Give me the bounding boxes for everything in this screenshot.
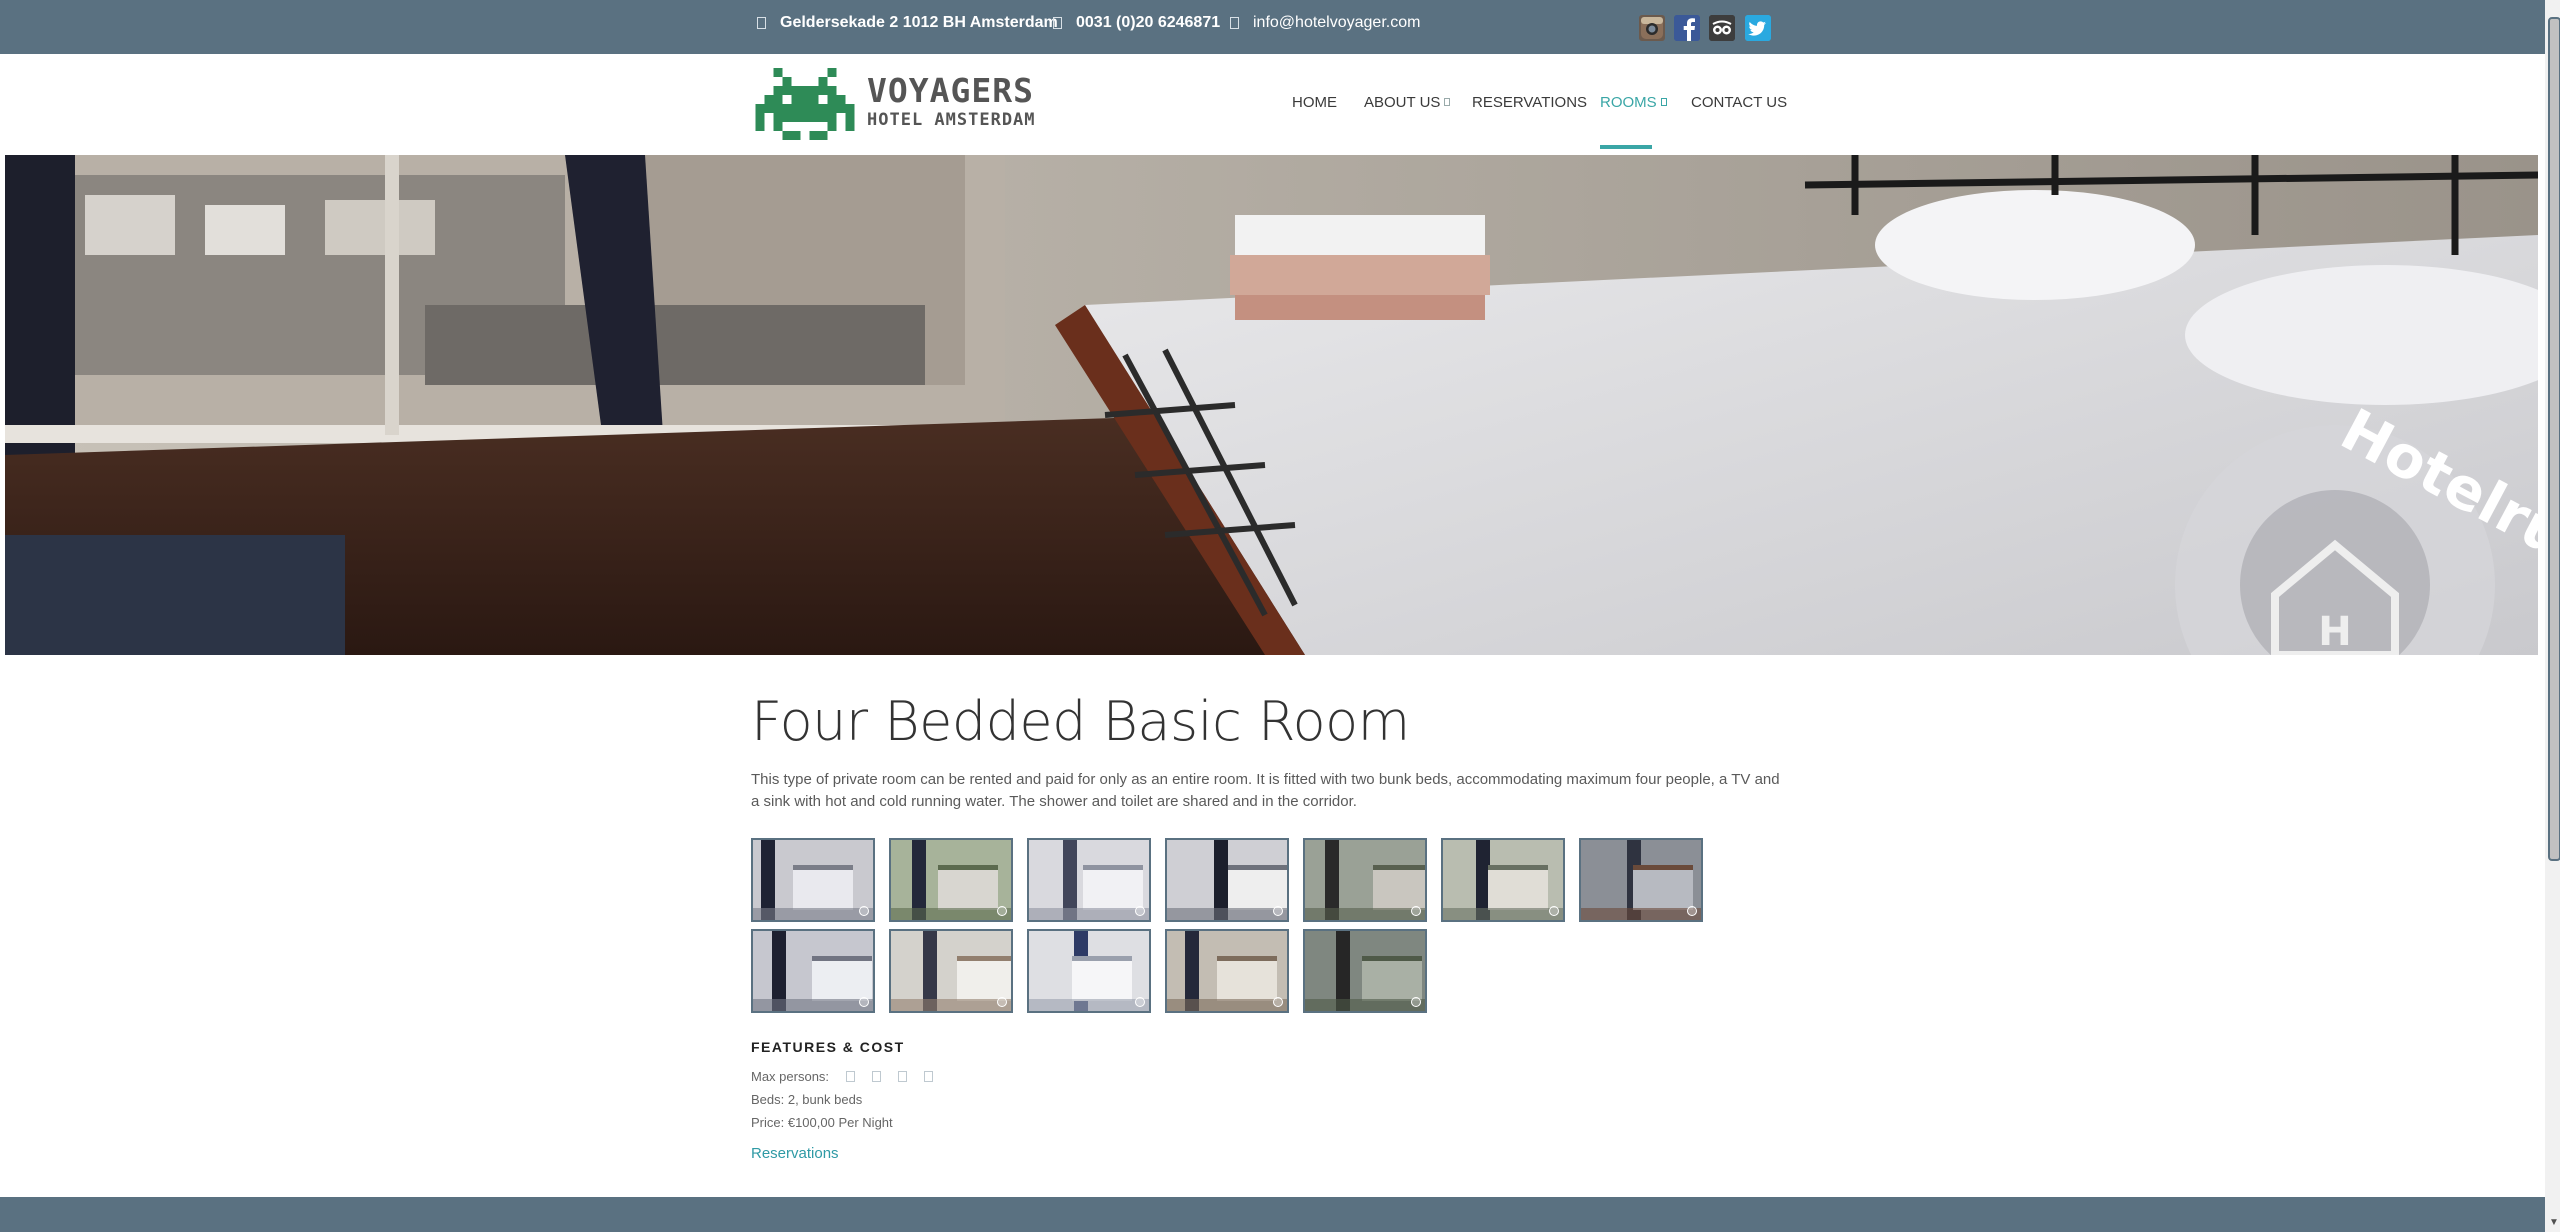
- zoom-icon: [859, 906, 869, 916]
- zoom-icon: [1135, 997, 1145, 1007]
- top-info-bar: Geldersekade 2 1012 BH Amsterdam 0031 (0…: [0, 0, 2545, 54]
- gallery-thumbnail[interactable]: [1441, 838, 1565, 922]
- gallery-thumbnail[interactable]: [1165, 929, 1289, 1013]
- zoom-icon: [1135, 906, 1145, 916]
- gallery-thumbnail[interactable]: [889, 838, 1013, 922]
- nav-rooms[interactable]: ROOMS: [1600, 94, 1667, 111]
- vertical-scrollbar[interactable]: ▼: [2545, 0, 2560, 1232]
- person-icon: [898, 1071, 908, 1082]
- map-marker-icon: [757, 17, 766, 29]
- zoom-icon: [1411, 906, 1421, 916]
- nav-rooms-label: ROOMS: [1600, 94, 1657, 111]
- dropdown-caret-icon: [1444, 98, 1451, 106]
- features-heading: FEATURES & COST: [751, 1039, 905, 1055]
- reservations-link[interactable]: Reservations: [751, 1145, 839, 1162]
- email-info[interactable]: info@hotelvoyager.com: [1230, 0, 1420, 46]
- zoom-icon: [1273, 906, 1283, 916]
- dropdown-caret-icon: [1660, 98, 1667, 106]
- zoom-icon: [1411, 997, 1421, 1007]
- zoom-icon: [1687, 906, 1697, 916]
- active-nav-indicator: [1600, 145, 1652, 149]
- person-icon: [872, 1071, 882, 1082]
- gallery-thumbnail[interactable]: [751, 838, 875, 922]
- page-title: Four Bedded Basic Room: [751, 690, 1410, 753]
- nav-home[interactable]: HOME: [1292, 94, 1337, 111]
- site-header: VOYAGERS HOTEL AMSTERDAM: [0, 54, 2545, 154]
- zoom-icon: [1273, 997, 1283, 1007]
- scrollbar-thumb[interactable]: [2548, 17, 2560, 861]
- nav-about-us[interactable]: ABOUT US: [1364, 94, 1451, 111]
- max-persons-row: Max persons:: [751, 1069, 934, 1084]
- address-info: Geldersekade 2 1012 BH Amsterdam: [757, 0, 1058, 46]
- twitter-icon[interactable]: [1745, 15, 1771, 41]
- email-text[interactable]: info@hotelvoyager.com: [1253, 14, 1420, 32]
- phone-info: 0031 (0)20 6246871: [1053, 0, 1220, 46]
- gallery-thumbnail[interactable]: [751, 929, 875, 1013]
- space-invader-logo-icon: [755, 68, 855, 140]
- footer-band: [0, 1197, 2545, 1232]
- max-persons-label: Max persons:: [751, 1069, 830, 1084]
- address-text: Geldersekade 2 1012 BH Amsterdam: [780, 14, 1058, 31]
- instagram-icon[interactable]: [1639, 15, 1665, 41]
- facebook-icon[interactable]: [1674, 15, 1700, 41]
- price-info: Price: €100,00 Per Night: [751, 1115, 893, 1130]
- gallery-thumbnail[interactable]: [889, 929, 1013, 1013]
- scroll-down-arrow-icon[interactable]: ▼: [2549, 1217, 2559, 1228]
- gallery-thumbnail[interactable]: [1303, 929, 1427, 1013]
- gallery-thumbnail[interactable]: [1303, 838, 1427, 922]
- logo-subtitle: HOTEL AMSTERDAM: [867, 110, 1036, 130]
- max-persons-icons: [829, 1069, 934, 1084]
- gallery-thumbnail[interactable]: [1027, 929, 1151, 1013]
- nav-contact-us[interactable]: CONTACT US: [1691, 94, 1787, 111]
- beds-info: Beds: 2, bunk beds: [751, 1092, 863, 1107]
- person-icon: [846, 1071, 856, 1082]
- gallery-thumbnail[interactable]: [1165, 838, 1289, 922]
- logo-title: VOYAGERS: [867, 71, 1034, 110]
- envelope-icon: [1230, 17, 1239, 29]
- phone-icon: [1053, 17, 1062, 29]
- tripadvisor-icon[interactable]: [1709, 15, 1735, 41]
- zoom-icon: [859, 997, 869, 1007]
- zoom-icon: [997, 997, 1007, 1007]
- zoom-icon: [1549, 906, 1559, 916]
- person-icon: [924, 1071, 934, 1082]
- room-description: This type of private room can be rented …: [751, 771, 1780, 810]
- zoom-icon: [997, 906, 1007, 916]
- phone-text: 0031 (0)20 6246871: [1076, 14, 1221, 31]
- gallery-thumbnail[interactable]: [1579, 838, 1703, 922]
- nav-reservations[interactable]: RESERVATIONS: [1472, 94, 1587, 111]
- hero-room-image: H Hotelrun: [5, 155, 2538, 655]
- gallery-thumbnail[interactable]: [1027, 838, 1151, 922]
- svg-text:H: H: [2318, 609, 2351, 655]
- nav-about-us-label: ABOUT US: [1364, 94, 1441, 111]
- site-logo[interactable]: VOYAGERS HOTEL AMSTERDAM: [755, 68, 1055, 140]
